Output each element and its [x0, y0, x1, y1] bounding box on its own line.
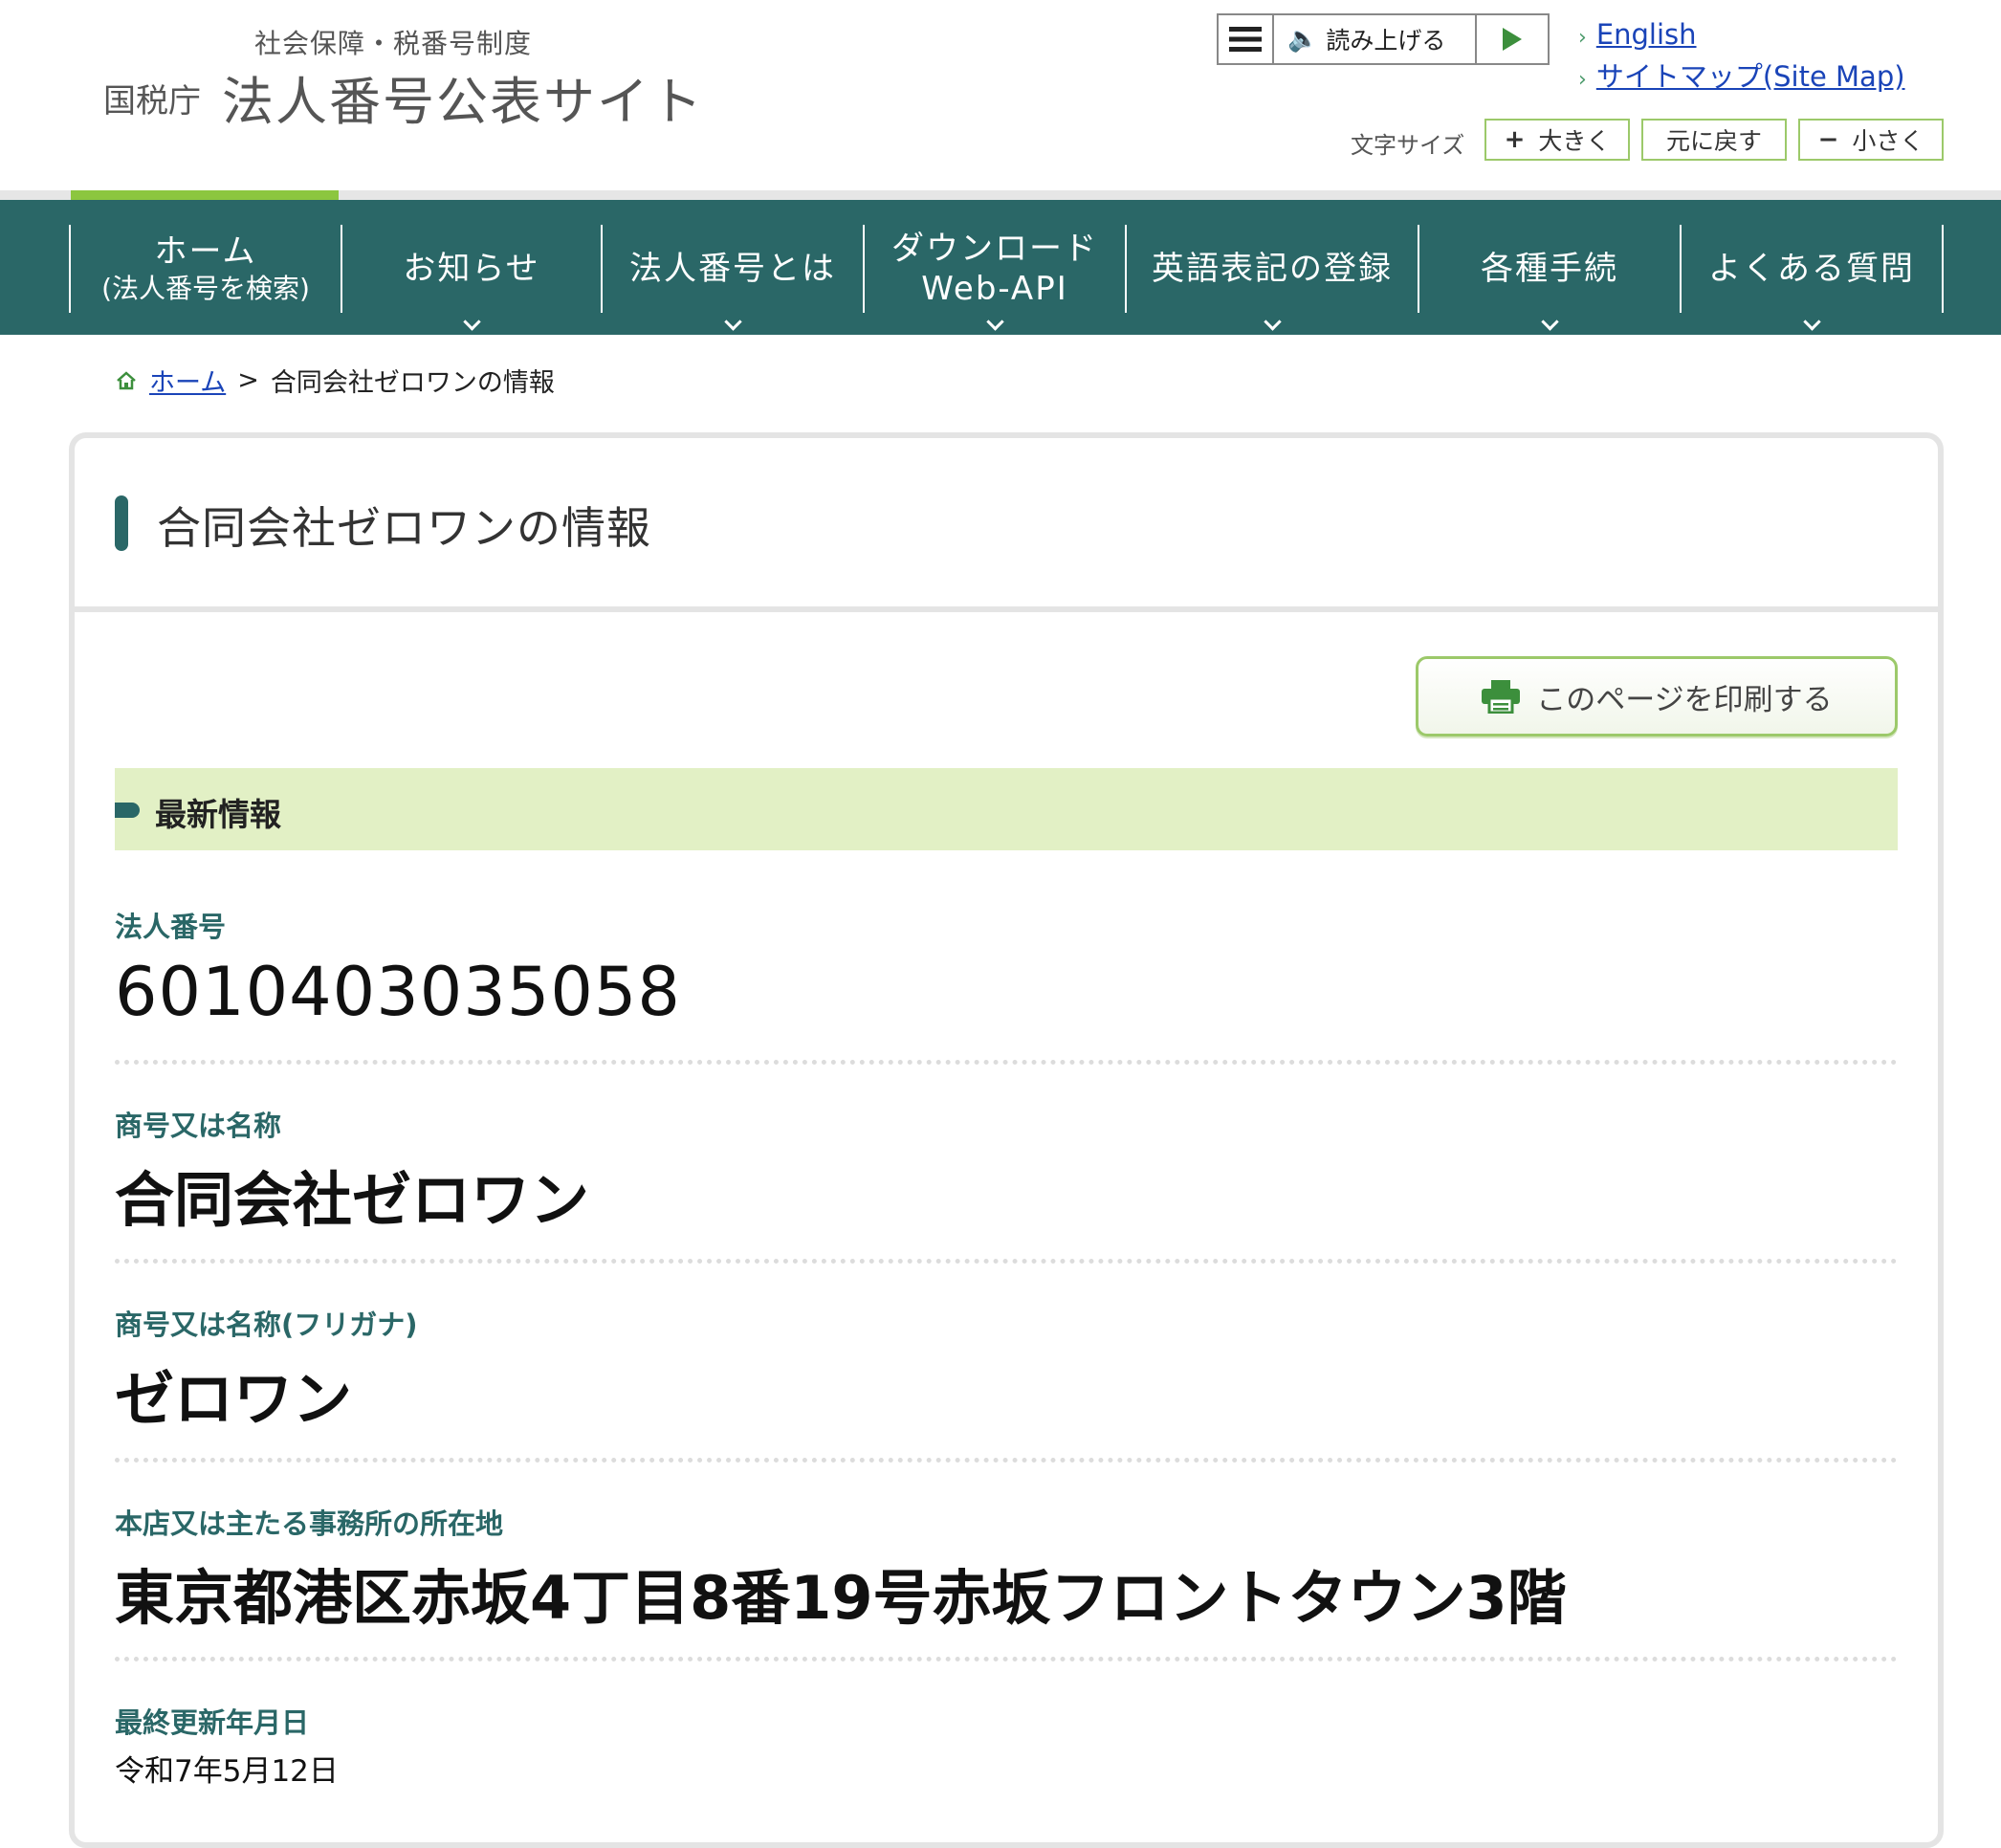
page-title: 合同会社ゼロワンの情報	[157, 502, 651, 554]
nav-item-label-2: Web-API	[921, 270, 1068, 308]
text-reader-widget: 🔈 読み上げる	[1217, 13, 1550, 65]
reader-menu-button[interactable]	[1219, 15, 1274, 63]
breadcrumb: ホーム > 合同会社ゼロワンの情報	[115, 362, 555, 399]
play-icon	[1503, 28, 1522, 51]
nav-item-label: ホーム	[154, 232, 257, 271]
nav-item-label: お知らせ	[403, 250, 540, 288]
nav-item-home[interactable]: ホーム (法人番号を検索)	[69, 225, 341, 313]
chevron-down-icon	[985, 313, 1004, 331]
play-button[interactable]	[1477, 15, 1548, 63]
nav-item-about[interactable]: 法人番号とは	[601, 225, 863, 331]
dotted-divider	[115, 1060, 1898, 1065]
font-larger-button[interactable]: + 大きく	[1484, 119, 1630, 161]
field-label-company-name: 商号又は名称	[115, 1110, 282, 1142]
field-value-last-updated: 令和7年5月12日	[115, 1754, 339, 1789]
nav-item-label: 各種手続	[1481, 250, 1618, 288]
print-page-button[interactable]: このページを印刷する	[1416, 656, 1898, 737]
font-smaller-label: 小さく	[1852, 127, 1924, 155]
chevron-right-icon: ›	[1578, 26, 1587, 50]
top-links: › English › サイトマップ(Site Map)	[1578, 15, 1905, 99]
nav-item-label: 法人番号とは	[629, 250, 836, 288]
font-size-label: 文字サイズ	[1351, 132, 1465, 159]
read-aloud-button[interactable]: 🔈 読み上げる	[1274, 15, 1477, 63]
font-larger-label: 大きく	[1538, 127, 1611, 155]
breadcrumb-current: 合同会社ゼロワンの情報	[270, 368, 555, 398]
font-reset-label: 元に戻す	[1665, 127, 1762, 155]
chevron-down-icon	[462, 313, 481, 331]
chevron-down-icon	[1263, 313, 1282, 331]
field-value-address: 東京都港区赤坂4丁目8番19号赤坂フロントタウン3階	[115, 1563, 1567, 1633]
minus-icon: −	[1817, 125, 1839, 154]
site-header: 社会保障・税番号制度 国税庁 法人番号公表サイト 🔈 読み上げる › Englis…	[0, 0, 2001, 191]
plus-icon: +	[1504, 125, 1526, 154]
nav-item-label: ダウンロード	[891, 230, 1098, 268]
nav-active-indicator	[71, 190, 339, 200]
nav-item-label: 英語表記の登録	[1152, 250, 1393, 288]
chevron-down-icon	[1540, 313, 1559, 331]
dotted-divider	[115, 1458, 1898, 1463]
logo-subtitle: 社会保障・税番号制度	[254, 28, 533, 59]
dotted-divider	[115, 1259, 1898, 1264]
nav-item-procedures[interactable]: 各種手続	[1418, 225, 1680, 331]
section-header-latest: 最新情報	[115, 768, 1898, 850]
field-value-corporate-number: 6010403035058	[115, 953, 681, 1031]
nav-item-download[interactable]: ダウンロード Web-API	[863, 225, 1125, 331]
nav-item-sublabel: (法人番号を検索)	[101, 273, 310, 304]
sitemap-link[interactable]: サイトマップ(Site Map)	[1596, 60, 1905, 93]
field-value-company-furigana: ゼロワン	[115, 1364, 353, 1434]
speaker-icon: 🔈	[1287, 25, 1319, 54]
field-label-last-updated: 最終更新年月日	[115, 1706, 310, 1739]
nav-item-faq[interactable]: よくある質問	[1680, 225, 1944, 331]
field-label-corporate-number: 法人番号	[115, 911, 227, 943]
global-nav: ホーム (法人番号を検索) お知らせ 法人番号とは ダウンロード Web-API…	[0, 200, 2001, 335]
read-aloud-label: 読み上げる	[1326, 27, 1446, 55]
logo-agency: 国税庁	[103, 82, 201, 121]
font-reset-button[interactable]: 元に戻す	[1641, 119, 1787, 161]
corporate-info-panel: 合同会社ゼロワンの情報	[69, 432, 1944, 1848]
section-tag-icon	[115, 803, 140, 818]
printer-icon	[1482, 680, 1521, 714]
english-link[interactable]: English	[1596, 18, 1697, 51]
breadcrumb-home-link[interactable]: ホーム	[149, 362, 226, 399]
font-smaller-button[interactable]: − 小さく	[1798, 119, 1944, 161]
section-label: 最新情報	[155, 796, 281, 833]
home-icon	[117, 370, 136, 389]
chevron-down-icon	[723, 313, 742, 331]
chevron-down-icon	[1802, 313, 1821, 331]
field-label-address: 本店又は主たる事務所の所在地	[115, 1507, 504, 1540]
breadcrumb-separator: >	[237, 365, 259, 395]
print-button-label: このページを印刷する	[1536, 682, 1833, 717]
hamburger-icon	[1229, 27, 1262, 52]
field-value-company-name: 合同会社ゼロワン	[115, 1165, 590, 1235]
nav-item-english-registration[interactable]: 英語表記の登録	[1125, 225, 1418, 331]
panel-header: 合同会社ゼロワンの情報	[75, 438, 1938, 612]
nav-item-news[interactable]: お知らせ	[341, 225, 601, 331]
field-label-company-furigana: 商号又は名称(フリガナ)	[115, 1309, 418, 1341]
dotted-divider	[115, 1657, 1898, 1661]
site-logo[interactable]: 法人番号公表サイト	[222, 59, 704, 135]
chevron-right-icon: ›	[1578, 68, 1587, 92]
title-accent-bar	[115, 495, 128, 551]
nav-item-label: よくある質問	[1708, 250, 1915, 288]
